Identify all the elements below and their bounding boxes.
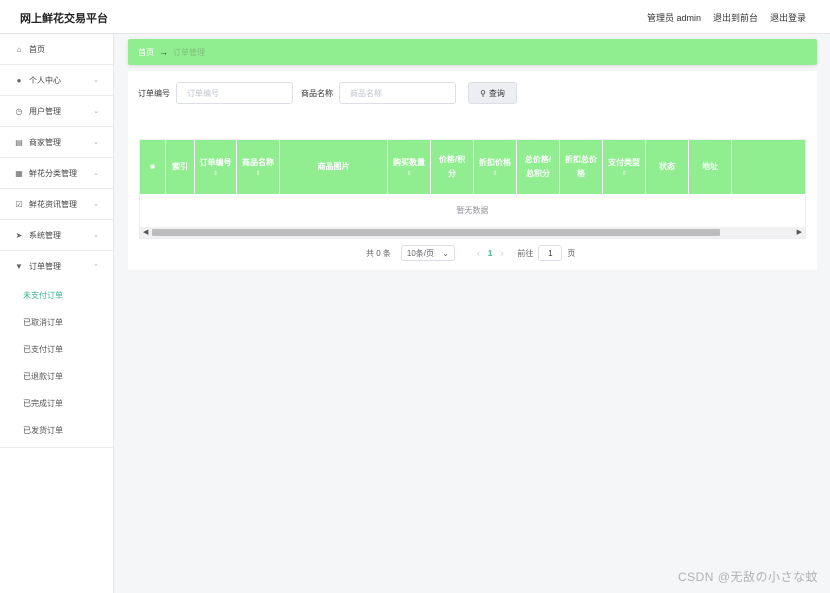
page-size-select[interactable]: 10条/页 ⌄ <box>400 245 455 261</box>
chevron-down-icon: ⌄ <box>93 170 99 177</box>
submenu-completed-orders[interactable]: 已完成订单 <box>0 390 113 417</box>
sort-icon: ⇕ <box>255 171 261 177</box>
column-header: 索引 <box>166 140 195 194</box>
sidebar-item-flower-news[interactable]: ☑ 鲜花资讯管理 ⌄ <box>0 189 113 220</box>
sidebar-item-label: 首页 <box>29 44 45 54</box>
breadcrumb: 首页 → 订单管理 <box>128 39 817 65</box>
prev-page-button[interactable]: ‹ <box>477 248 480 258</box>
product-name-label: 商品名称 <box>301 88 333 98</box>
total-count: 共 0 条 <box>366 248 391 258</box>
sidebar-item-home[interactable]: ⌂ 首页 <box>0 34 113 65</box>
sidebar-item-label: 鲜花分类管理 <box>29 168 77 178</box>
submenu-shipped-orders[interactable]: 已发货订单 <box>0 417 113 444</box>
column-header[interactable]: 商品名称 ⇕ <box>237 140 280 194</box>
home-icon: ⌂ <box>16 44 22 54</box>
sidebar-item-system[interactable]: ➤ 系统管理 ⌄ <box>0 220 113 251</box>
user-icon: ● <box>16 75 22 85</box>
column-header: 商品图片 <box>280 140 388 194</box>
goto-page-input[interactable] <box>538 245 563 261</box>
sidebar: ⌂ 首页 ● 个人中心 ⌄ ◷ 用户管理 ⌄ ▤ 商家管理 ⌄ ▦ 鲜花分类管理… <box>0 34 114 593</box>
column-header <box>732 140 805 194</box>
search-icon: ⚲ <box>480 88 486 98</box>
page-suffix: 页 <box>567 248 576 258</box>
order-no-label: 订单编号 <box>138 88 170 98</box>
scroll-left-icon[interactable]: ◀ <box>143 228 148 236</box>
chevron-down-icon: ⌄ <box>93 77 99 84</box>
table-header: ■ 索引 订单编号 ⇕ 商品名称 ⇕ 商品图片 购买数量 ⇕ 价格/积分 折扣价格 ⇕ … <box>140 140 805 194</box>
submenu-paid-orders[interactable]: 已支付订单 <box>0 336 113 363</box>
sidebar-item-flower-category[interactable]: ▦ 鲜花分类管理 ⌄ <box>0 158 113 189</box>
breadcrumb-arrow-icon: → <box>159 47 168 57</box>
column-header[interactable]: 订单编号 ⇕ <box>195 140 237 194</box>
horizontal-scrollbar[interactable]: ◀ ▶ <box>140 227 805 238</box>
chevron-down-icon: ⌄ <box>93 232 99 239</box>
column-header[interactable]: 折扣价格 ⇕ <box>474 140 517 194</box>
logout-link[interactable]: 退出登录 <box>770 11 806 24</box>
sort-icon: ⇕ <box>212 171 219 177</box>
sidebar-item-label: 个人中心 <box>29 75 61 85</box>
clock-icon: ◷ <box>15 106 23 116</box>
grid-icon: ▦ <box>15 168 23 178</box>
column-header: 状态 <box>646 140 689 194</box>
sort-icon: ⇕ <box>492 171 498 177</box>
chevron-up-icon: ⌃ <box>93 263 99 271</box>
header-actions: 管理员 admin 退出到前台 退出登录 <box>647 11 806 24</box>
chevron-down-icon: ⌄ <box>93 108 99 115</box>
next-page-button[interactable]: › <box>500 248 503 258</box>
breadcrumb-current: 订单管理 <box>173 47 205 57</box>
column-header[interactable]: 折扣总价格 <box>560 140 603 194</box>
select-all-checkbox[interactable]: ■ <box>140 140 166 194</box>
submenu-cancelled-orders[interactable]: 已取消订单 <box>0 309 113 336</box>
sidebar-item-users[interactable]: ◷ 用户管理 ⌄ <box>0 96 113 127</box>
breadcrumb-home[interactable]: 首页 <box>138 47 154 58</box>
column-header[interactable]: 支付类型 ⇕ <box>603 140 646 194</box>
submenu-refunded-orders[interactable]: 已退款订单 <box>0 363 113 390</box>
sort-icon: ⇕ <box>621 171 627 177</box>
sidebar-item-label: 鲜花资讯管理 <box>29 199 77 209</box>
sidebar-item-orders[interactable]: ▼ 订单管理 ⌃ <box>0 251 113 282</box>
order-icon: ▼ <box>15 262 23 271</box>
watermark: CSDN @无敌の小さな蚊 <box>677 570 818 584</box>
sidebar-item-label: 系统管理 <box>29 230 61 240</box>
orders-submenu: 未支付订单 已取消订单 已支付订单 已退款订单 已完成订单 已发货订单 <box>0 282 113 448</box>
sidebar-item-label: 订单管理 <box>29 262 61 271</box>
submenu-unpaid-orders[interactable]: 未支付订单 <box>0 282 113 309</box>
sidebar-item-label: 商家管理 <box>29 137 61 147</box>
send-icon: ➤ <box>15 230 23 240</box>
goto-label: 前往 <box>517 248 534 258</box>
page-number[interactable]: 1 <box>488 249 492 258</box>
column-header: 地址 <box>689 140 732 194</box>
column-header[interactable]: 购买数量 ⇕ <box>388 140 431 194</box>
search-bar: 订单编号 商品名称 ⚲ 查询 <box>138 82 517 104</box>
scroll-right-icon[interactable]: ▶ <box>797 228 802 236</box>
sidebar-item-merchants[interactable]: ▤ 商家管理 ⌄ <box>0 127 113 158</box>
chevron-down-icon: ⌄ <box>93 201 99 208</box>
scrollbar-thumb[interactable] <box>152 229 720 236</box>
query-button[interactable]: ⚲ 查询 <box>468 82 517 104</box>
shop-icon: ▤ <box>15 137 23 147</box>
product-name-input[interactable] <box>339 82 456 104</box>
sidebar-item-label: 用户管理 <box>29 106 61 116</box>
news-icon: ☑ <box>15 199 23 209</box>
chevron-down-icon: ⌄ <box>442 248 449 258</box>
app-title: 网上鲜花交易平台 <box>20 13 108 25</box>
admin-label: 管理员 admin <box>646 13 701 23</box>
sort-icon: ⇕ <box>406 171 412 177</box>
empty-state: 暂无数据 <box>456 205 489 215</box>
exit-to-frontend-link[interactable]: 退出到前台 <box>713 11 758 24</box>
query-button-label: 查询 <box>488 88 505 98</box>
column-header[interactable]: 价格/积分 <box>431 140 474 194</box>
order-no-input[interactable] <box>176 82 293 104</box>
chevron-down-icon: ⌄ <box>93 139 99 146</box>
main-panel: 订单编号 商品名称 ⚲ 查询 ■ 索引 订单编号⇕ 商品名称⇕ 商品图片 购买数… <box>128 71 817 270</box>
checkbox-icon: ■ <box>150 162 155 171</box>
sidebar-item-profile[interactable]: ● 个人中心 ⌄ <box>0 65 113 96</box>
column-header[interactable]: 总价格/总积分 <box>517 140 560 194</box>
top-header: 网上鲜花交易平台 管理员 admin 退出到前台 退出登录 <box>0 0 830 34</box>
pagination: 共 0 条 10条/页 ⌄ ‹ 1 › 前往 页 <box>366 245 575 261</box>
orders-table: ■ 索引 订单编号 ⇕ 商品名称 ⇕ 商品图片 购买数量 ⇕ 价格/积分 折扣价格 ⇕ … <box>139 139 806 239</box>
